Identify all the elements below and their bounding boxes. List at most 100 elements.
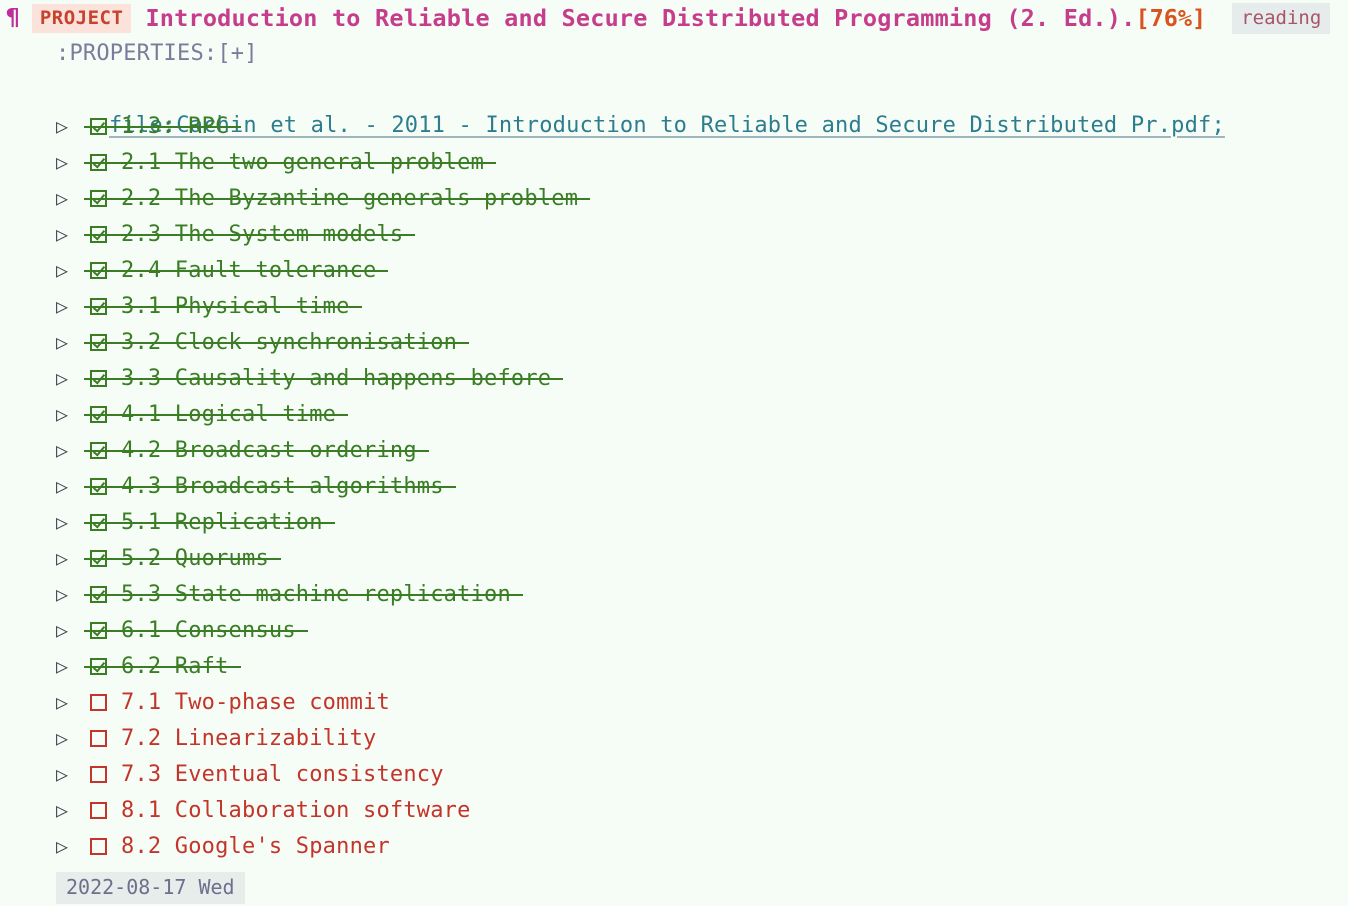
org-document-page: ¶ PROJECT Introduction to Reliable and S…: [0, 0, 1348, 906]
list-item[interactable]: ▷ 4.1 Logical time: [0, 396, 1348, 432]
progress-cookie[interactable]: [76%]: [1135, 0, 1206, 36]
list-item[interactable]: ▷ 7.1 Two-phase commit: [0, 684, 1348, 720]
list-item-label: 2.3 The System models: [121, 222, 404, 247]
list-item[interactable]: ▷ 4.2 Broadcast ordering: [0, 432, 1348, 468]
list-item[interactable]: ▷ 8.1 Collaboration software: [0, 792, 1348, 828]
checkbox-checked[interactable]: 4.1 Logical time: [90, 397, 336, 433]
caret-right-icon[interactable]: ▷: [56, 720, 90, 756]
checkbox-checked[interactable]: 6.1 Consensus: [90, 613, 296, 649]
checkbox-checked[interactable]: 5.3 State machine replication: [90, 577, 511, 613]
list-item-label: 3.2 Clock synchronisation: [121, 330, 458, 355]
checkbox-checked[interactable]: 3.2 Clock synchronisation: [90, 325, 457, 361]
caret-right-icon[interactable]: ▷: [56, 684, 90, 720]
checkbox-checked[interactable]: 3.1 Physical time: [90, 289, 350, 325]
check-icon: [90, 190, 107, 207]
check-icon: [90, 586, 107, 603]
checkbox-checked[interactable]: 5.1 Replication: [90, 505, 323, 541]
list-item-label: 2.1 The two general problem: [121, 150, 485, 175]
list-item-label: 1.3: RPC: [121, 114, 229, 139]
check-icon: [90, 658, 107, 675]
checkbox-unchecked[interactable]: 8.1 Collaboration software: [90, 793, 471, 829]
list-item-label: 2.4 Fault tolerance: [121, 258, 377, 283]
check-icon: [90, 298, 107, 315]
list-item-label: 3.3 Causality and happens-before: [121, 366, 552, 391]
check-icon: [90, 514, 107, 531]
list-item[interactable]: ▷ 5.2 Quorums: [0, 540, 1348, 576]
checkbox-checked[interactable]: 1.3: RPC: [90, 109, 229, 145]
todo-keyword-badge[interactable]: PROJECT: [31, 3, 132, 33]
check-icon: [90, 226, 107, 243]
list-item-label: 4.2 Broadcast ordering: [121, 438, 417, 463]
headline-row: ¶ PROJECT Introduction to Reliable and S…: [0, 0, 1348, 36]
list-item-label: 4.1 Logical time: [121, 402, 337, 427]
list-item-label: 6.2 Raft: [121, 654, 229, 679]
checkbox-unchecked[interactable]: 7.3 Eventual consistency: [90, 757, 444, 793]
file-link-row: file:Cachin et al. - 2011 - Introduction…: [0, 72, 1348, 138]
list-item[interactable]: ▷ 6.1 Consensus: [0, 612, 1348, 648]
checkbox-unchecked[interactable]: 8.2 Google's Spanner: [90, 829, 390, 865]
check-icon: [90, 262, 107, 279]
caret-right-icon[interactable]: ▷: [56, 828, 90, 864]
empty-box-icon: [90, 838, 107, 855]
list-item-label: 7.1 Two-phase commit: [121, 690, 390, 715]
list-item[interactable]: ▷ 5.3 State machine replication: [0, 576, 1348, 612]
list-item-label: 4.3 Broadcast algorithms: [121, 474, 444, 499]
check-icon: [90, 370, 107, 387]
file-link[interactable]: file:Cachin et al. - 2011 - Introduction…: [109, 113, 1225, 138]
checkbox-checked[interactable]: 4.2 Broadcast ordering: [90, 433, 417, 469]
checkbox-checked[interactable]: 2.1 The two general problem: [90, 145, 484, 181]
checkbox-unchecked[interactable]: 7.2 Linearizability: [90, 721, 376, 757]
list-item-label: 7.3 Eventual consistency: [121, 762, 444, 787]
list-item-label: 8.2 Google's Spanner: [121, 834, 390, 859]
check-icon: [90, 154, 107, 171]
list-item-label: 6.1 Consensus: [121, 618, 296, 643]
page-title[interactable]: Introduction to Reliable and Secure Dist…: [145, 0, 1135, 36]
list-item[interactable]: ▷ 2.3 The System models: [0, 216, 1348, 252]
check-icon: [90, 550, 107, 567]
list-item[interactable]: ▷ 2.1 The two general problem: [0, 144, 1348, 180]
check-icon: [90, 478, 107, 495]
list-item-label: 7.2 Linearizability: [121, 726, 377, 751]
list-item[interactable]: ▷ 5.1 Replication: [0, 504, 1348, 540]
list-item-label: 5.1 Replication: [121, 510, 323, 535]
list-item[interactable]: ▷ 3.2 Clock synchronisation: [0, 324, 1348, 360]
empty-box-icon: [90, 766, 107, 783]
list-item[interactable]: ▷ 2.4 Fault tolerance: [0, 252, 1348, 288]
list-item[interactable]: ▷ 7.2 Linearizability: [0, 720, 1348, 756]
checkbox-checked[interactable]: 2.3 The System models: [90, 217, 403, 253]
caret-right-icon[interactable]: ▷: [56, 756, 90, 792]
empty-box-icon: [90, 694, 107, 711]
list-item[interactable]: ▷ 6.2 Raft: [0, 648, 1348, 684]
checkbox-checked[interactable]: 6.2 Raft: [90, 649, 229, 685]
caret-right-icon[interactable]: ▷: [56, 792, 90, 828]
scheduled-date[interactable]: 2022-08-17 Wed: [56, 872, 245, 904]
list-item[interactable]: ▷ 7.3 Eventual consistency: [0, 756, 1348, 792]
check-icon: [90, 406, 107, 423]
check-icon: [90, 622, 107, 639]
properties-drawer[interactable]: :PROPERTIES:[+]: [0, 36, 1348, 72]
checkbox-checked[interactable]: 4.3 Broadcast algorithms: [90, 469, 444, 505]
list-item-label: 5.3 State machine replication: [121, 582, 511, 607]
checkbox-unchecked[interactable]: 7.1 Two-phase commit: [90, 685, 390, 721]
list-item-label: 3.1 Physical time: [121, 294, 350, 319]
list-item[interactable]: ▷ 3.1 Physical time: [0, 288, 1348, 324]
check-icon: [90, 334, 107, 351]
list-item-label: 5.2 Quorums: [121, 546, 269, 571]
status-tag-reading[interactable]: reading: [1232, 2, 1331, 34]
checkbox-checked[interactable]: 2.4 Fault tolerance: [90, 253, 376, 289]
list-item[interactable]: ▷ 4.3 Broadcast algorithms: [0, 468, 1348, 504]
list-item[interactable]: ▷ 2.2 The Byzantine generals problem: [0, 180, 1348, 216]
check-icon: [90, 118, 107, 135]
checkbox-checked[interactable]: 3.3 Causality and happens-before: [90, 361, 551, 397]
list-item-label: 8.1 Collaboration software: [121, 798, 471, 823]
checkbox-checked[interactable]: 2.2 The Byzantine generals problem: [90, 181, 578, 217]
list-item[interactable]: ▷ 8.2 Google's Spanner: [0, 828, 1348, 864]
checklist: ▷ 1.3: RPC ▷ 2.1 The two general problem ▷ 2.…: [0, 108, 1348, 864]
empty-box-icon: [90, 802, 107, 819]
check-icon: [90, 442, 107, 459]
empty-box-icon: [90, 730, 107, 747]
list-item[interactable]: ▷ 3.3 Causality and happens-before: [0, 360, 1348, 396]
checkbox-checked[interactable]: 5.2 Quorums: [90, 541, 269, 577]
list-item-label: 2.2 The Byzantine generals problem: [121, 186, 579, 211]
paragraph-mark-icon: ¶: [6, 5, 20, 31]
